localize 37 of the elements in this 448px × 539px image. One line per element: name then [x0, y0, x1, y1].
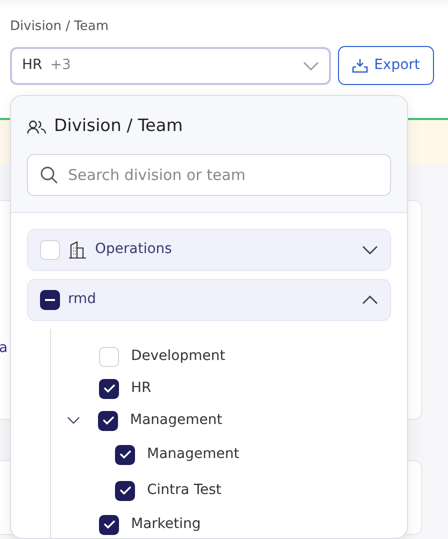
checkbox[interactable]	[115, 480, 135, 500]
check-icon	[104, 384, 114, 393]
search-icon	[40, 166, 58, 184]
check-icon	[104, 520, 114, 529]
chevron-up-icon[interactable]	[362, 294, 378, 304]
division-team-select[interactable]: HR +3	[10, 46, 331, 84]
check-icon	[120, 450, 130, 459]
users-icon	[27, 120, 47, 134]
download-tray-icon	[352, 58, 368, 73]
division-name: Operations	[95, 240, 173, 259]
chevron-down-icon	[303, 60, 319, 70]
search-field[interactable]: Search division or team	[27, 154, 391, 196]
team-name: Management	[147, 445, 240, 464]
building-icon	[68, 240, 87, 258]
link-fragment[interactable]: a	[0, 340, 8, 356]
filter-label: Division / Team	[10, 18, 110, 36]
export-button[interactable]: Export	[338, 46, 434, 85]
team-name: Management	[130, 411, 222, 430]
dropdown-title: Division / Team	[54, 115, 183, 138]
team-name: HR	[131, 379, 152, 398]
chevron-down-icon[interactable]	[362, 244, 378, 254]
division-row[interactable]: rmd	[27, 278, 391, 320]
checkbox[interactable]	[98, 410, 118, 430]
team-name: Development	[131, 347, 226, 366]
team-name: Cintra Test	[147, 481, 222, 500]
chevron-down-icon[interactable]	[67, 416, 80, 425]
select-value: HR	[22, 56, 42, 75]
checkbox[interactable]	[115, 444, 135, 464]
selection-count: +3	[50, 56, 71, 75]
checkbox[interactable]	[40, 290, 60, 310]
check-icon	[120, 486, 130, 495]
checkbox[interactable]	[99, 378, 119, 398]
team-name: Marketing	[131, 515, 201, 534]
division-row[interactable]: Operations	[27, 228, 391, 270]
check-icon	[102, 416, 114, 425]
division-name: rmd	[68, 290, 98, 309]
checkbox[interactable]	[99, 514, 119, 534]
